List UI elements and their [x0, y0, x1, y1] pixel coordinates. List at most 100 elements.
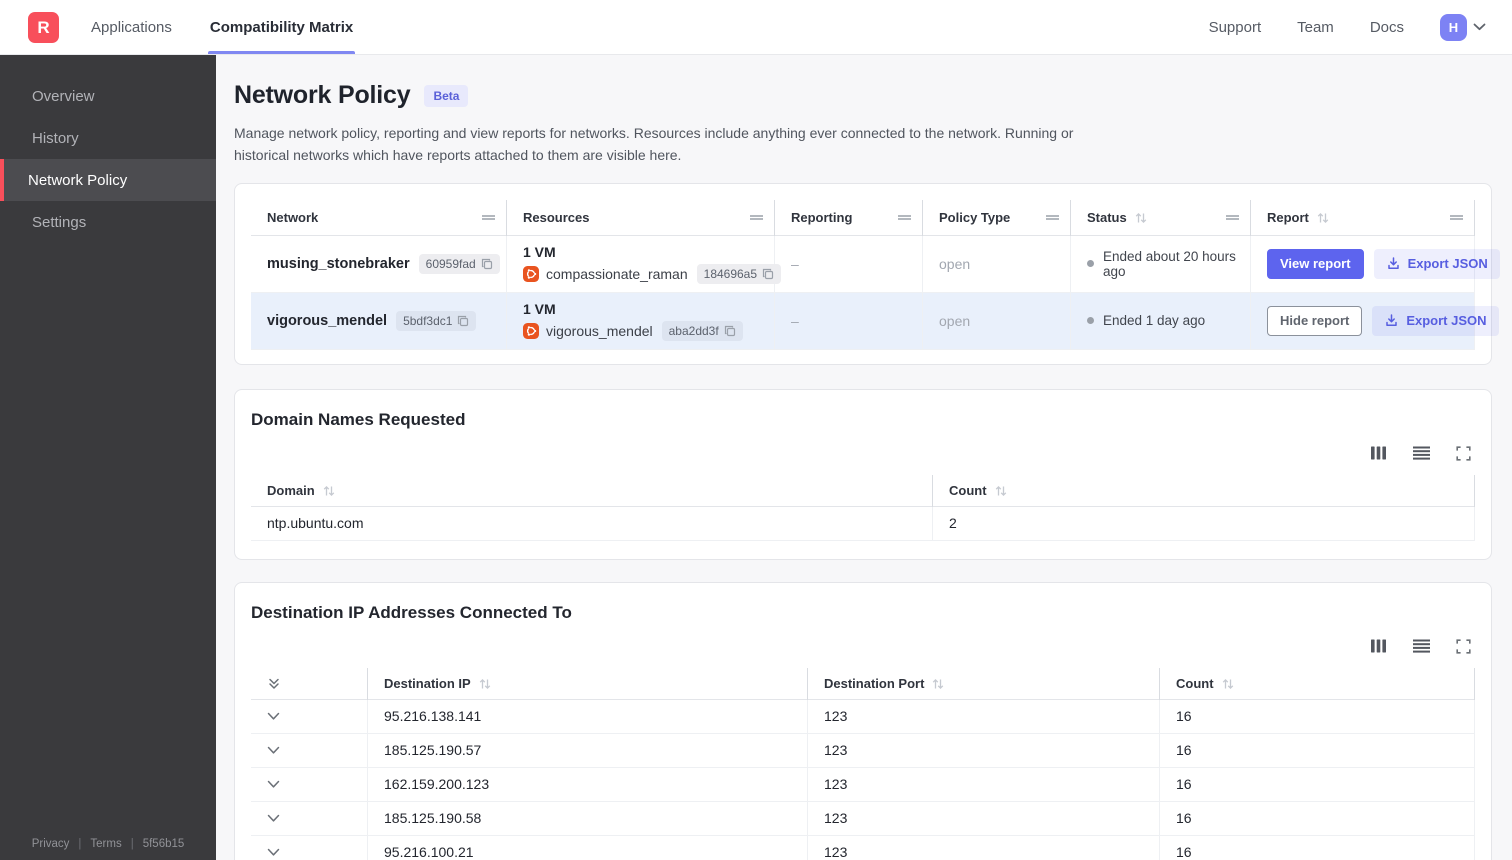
- column-header-destination-ip[interactable]: Destination IP: [368, 667, 808, 700]
- destination-ip-cell: 162.159.200.123: [368, 767, 808, 801]
- column-label: Destination Port: [824, 676, 925, 692]
- reporting-cell: –: [775, 292, 923, 349]
- fullscreen-icon-button[interactable]: [1456, 446, 1471, 461]
- export-json-button[interactable]: Export JSON: [1372, 305, 1499, 336]
- column-header-count[interactable]: Count: [1160, 667, 1475, 700]
- drag-handle-icon[interactable]: [1449, 213, 1464, 222]
- ubuntu-icon: [523, 265, 539, 282]
- vm-count: 1 VM: [523, 243, 556, 260]
- sort-icon: [478, 678, 492, 690]
- column-header-policy-type: Policy Type: [923, 199, 1071, 236]
- sort-icon: [322, 485, 336, 497]
- count-cell: 16: [1160, 801, 1475, 835]
- drag-handle-icon[interactable]: [897, 213, 912, 222]
- page-title: Network Policy: [234, 81, 411, 109]
- copy-icon[interactable]: [762, 268, 774, 280]
- sidebar-item-overview[interactable]: Overview: [0, 75, 216, 117]
- drag-handle-icon[interactable]: [1045, 213, 1060, 222]
- count-cell: 2: [933, 506, 1475, 540]
- app-screen: R Applications Compatibility Matrix Supp…: [0, 0, 1512, 860]
- avatar[interactable]: H: [1440, 13, 1467, 41]
- column-header-domain[interactable]: Domain: [251, 474, 933, 507]
- destination-row: 185.125.190.57 123 16: [251, 733, 1475, 768]
- drag-handle-icon[interactable]: [1225, 213, 1240, 222]
- footer-terms-link[interactable]: Terms: [90, 838, 121, 850]
- chevron-down-icon: [267, 780, 280, 789]
- vm-count: 1 VM: [523, 300, 556, 317]
- resource-id-badge: aba2dd3f: [661, 320, 743, 341]
- column-label: Reporting: [791, 210, 853, 226]
- copy-icon[interactable]: [457, 315, 469, 327]
- status-cell: Ended 1 day ago: [1071, 292, 1251, 349]
- destination-row: 95.216.138.141 123 16: [251, 699, 1475, 734]
- download-icon: [1384, 313, 1399, 328]
- destination-row: 162.159.200.123 123 16: [251, 767, 1475, 802]
- download-icon: [1386, 256, 1401, 271]
- footer-privacy-link[interactable]: Privacy: [32, 838, 70, 850]
- resource-name: vigorous_mendel: [546, 322, 653, 339]
- build-hash: 5f56b15: [142, 838, 185, 850]
- table-toolbar: [251, 446, 1471, 461]
- tab-applications[interactable]: Applications: [89, 0, 174, 54]
- expand-row-button[interactable]: [267, 814, 280, 823]
- sort-icon: [931, 678, 945, 690]
- network-id-badge: 5bdf3dc1: [396, 310, 477, 331]
- sidebar-item-settings[interactable]: Settings: [0, 201, 216, 243]
- column-header-report[interactable]: Report: [1251, 199, 1475, 236]
- chevron-down-icon: [267, 712, 280, 721]
- sidebar-item-history[interactable]: History: [0, 117, 216, 159]
- logo-letter: R: [37, 17, 50, 37]
- column-label: Count: [949, 483, 987, 499]
- network-row[interactable]: musing_stonebraker 60959fad 1 VM compass…: [251, 235, 1500, 293]
- expand-cell: [251, 801, 368, 835]
- expand-all-header: [251, 667, 368, 700]
- column-header-status[interactable]: Status: [1071, 199, 1251, 236]
- domain-names-card: Domain Names Requested Domain Count ntp.…: [234, 388, 1492, 560]
- destination-port-cell: 123: [808, 767, 1160, 801]
- sidebar-footer: Privacy Terms 5f56b15: [0, 838, 216, 850]
- account-menu[interactable]: H: [1440, 13, 1486, 41]
- expand-row-button[interactable]: [267, 848, 280, 857]
- report-cell: Hide report Export JSON: [1251, 292, 1499, 349]
- app-logo[interactable]: R: [28, 12, 59, 43]
- column-header-destination-port[interactable]: Destination Port: [808, 667, 1160, 700]
- expand-all-button[interactable]: [267, 677, 281, 691]
- resource-id-badge: 184696a5: [696, 263, 782, 284]
- network-id: 5bdf3dc1: [403, 313, 453, 328]
- main-content: Network Policy Beta Manage network polic…: [216, 55, 1512, 860]
- drag-handle-icon[interactable]: [481, 213, 496, 222]
- nav-link-support[interactable]: Support: [1209, 19, 1262, 36]
- footer-separator: [78, 838, 81, 850]
- drag-handle-icon[interactable]: [749, 213, 764, 222]
- network-row[interactable]: vigorous_mendel 5bdf3dc1 1 VM vigorous_m…: [251, 292, 1499, 350]
- tab-compatibility-matrix[interactable]: Compatibility Matrix: [207, 0, 356, 54]
- nav-link-docs[interactable]: Docs: [1370, 19, 1404, 36]
- copy-icon[interactable]: [481, 258, 493, 270]
- sidebar-item-network-policy[interactable]: Network Policy: [0, 159, 216, 201]
- columns-icon-button[interactable]: [1371, 446, 1387, 460]
- fullscreen-icon-button[interactable]: [1456, 639, 1471, 654]
- expand-row-button[interactable]: [267, 780, 280, 789]
- networks-card: Network Resources Reporting Policy Type …: [234, 182, 1500, 365]
- expand-cell: [251, 835, 368, 860]
- destination-port-cell: 123: [808, 733, 1160, 767]
- destination-ip-cell: 95.216.138.141: [368, 699, 808, 733]
- hide-report-button[interactable]: Hide report: [1267, 305, 1363, 336]
- copy-icon[interactable]: [724, 325, 736, 337]
- status-cell: Ended about 20 hours ago: [1071, 235, 1251, 292]
- card-title: Domain Names Requested: [251, 409, 466, 429]
- card-title: Destination IP Addresses Connected To: [251, 602, 572, 622]
- row-density-icon-button[interactable]: [1413, 446, 1430, 460]
- nav-link-team[interactable]: Team: [1297, 19, 1334, 36]
- export-json-button[interactable]: Export JSON: [1373, 248, 1500, 279]
- destination-ip-cell: 95.216.100.21: [368, 835, 808, 860]
- columns-icon-button[interactable]: [1371, 639, 1387, 653]
- column-header-count[interactable]: Count: [933, 474, 1475, 507]
- view-report-button[interactable]: View report: [1267, 248, 1364, 279]
- row-density-icon-button[interactable]: [1413, 639, 1430, 653]
- destinations-table-body: 95.216.138.141 123 16 185.125.190.57 123…: [251, 699, 1475, 860]
- expand-row-button[interactable]: [267, 712, 280, 721]
- expand-row-button[interactable]: [267, 746, 280, 755]
- network-name: musing_stonebraker: [267, 255, 410, 272]
- destination-port-cell: 123: [808, 801, 1160, 835]
